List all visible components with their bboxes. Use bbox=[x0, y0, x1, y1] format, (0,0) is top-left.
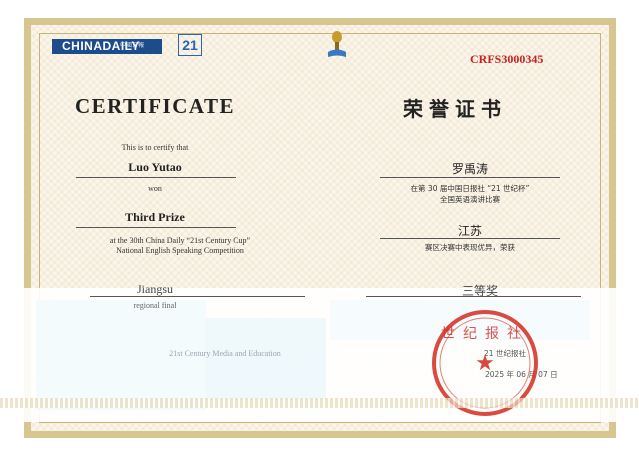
region-final-en: regional final bbox=[133, 301, 177, 310]
region-underline-en bbox=[90, 296, 305, 297]
china-daily-logo-cn: 中國日報 bbox=[120, 42, 145, 49]
seal-star: ★ bbox=[475, 351, 495, 376]
event-line1-zh: 在第 30 届中国日报社 “21 世纪杯” bbox=[410, 184, 530, 193]
event-line2-en: National English Speaking Competition bbox=[116, 246, 244, 255]
region-underline-zh bbox=[380, 238, 560, 239]
21st-century-logo: 21 bbox=[178, 34, 202, 56]
event-line2-zh: 全国英语演讲比赛 bbox=[440, 195, 500, 204]
recipient-name-en: Luo Yutao bbox=[128, 160, 182, 174]
certify-text: This is to certify that bbox=[121, 143, 189, 152]
prize-underline-en bbox=[76, 227, 236, 228]
region-en: Jiangsu bbox=[137, 282, 173, 296]
china-daily-logo: CHINADAILY bbox=[52, 39, 162, 54]
name-underline-en bbox=[76, 177, 236, 178]
image-corruption-block bbox=[206, 318, 326, 400]
region-zh: 江苏 bbox=[457, 224, 482, 238]
prize-underline-zh bbox=[366, 296, 581, 297]
title-chinese: 荣誉证书 bbox=[403, 97, 507, 121]
title-english: CERTIFICATE bbox=[74, 94, 236, 118]
name-underline-zh bbox=[380, 177, 560, 178]
won-text: won bbox=[148, 184, 162, 193]
serial-number: CRFS3000345 bbox=[470, 52, 544, 66]
event-line1-en: at the 30th China Daily “21st Century Cu… bbox=[109, 236, 251, 245]
issuer-en: 21st Century Media and Education bbox=[169, 349, 281, 358]
recipient-name-zh: 罗禹涛 bbox=[451, 162, 488, 176]
seal-text: 世纪报社 bbox=[441, 326, 529, 342]
prize-en: Third Prize bbox=[125, 210, 185, 224]
frame-bottom-pattern bbox=[0, 398, 639, 408]
performance-zh: 赛区决赛中表现优异，荣获 bbox=[425, 243, 515, 252]
competition-emblem-icon bbox=[328, 31, 346, 57]
